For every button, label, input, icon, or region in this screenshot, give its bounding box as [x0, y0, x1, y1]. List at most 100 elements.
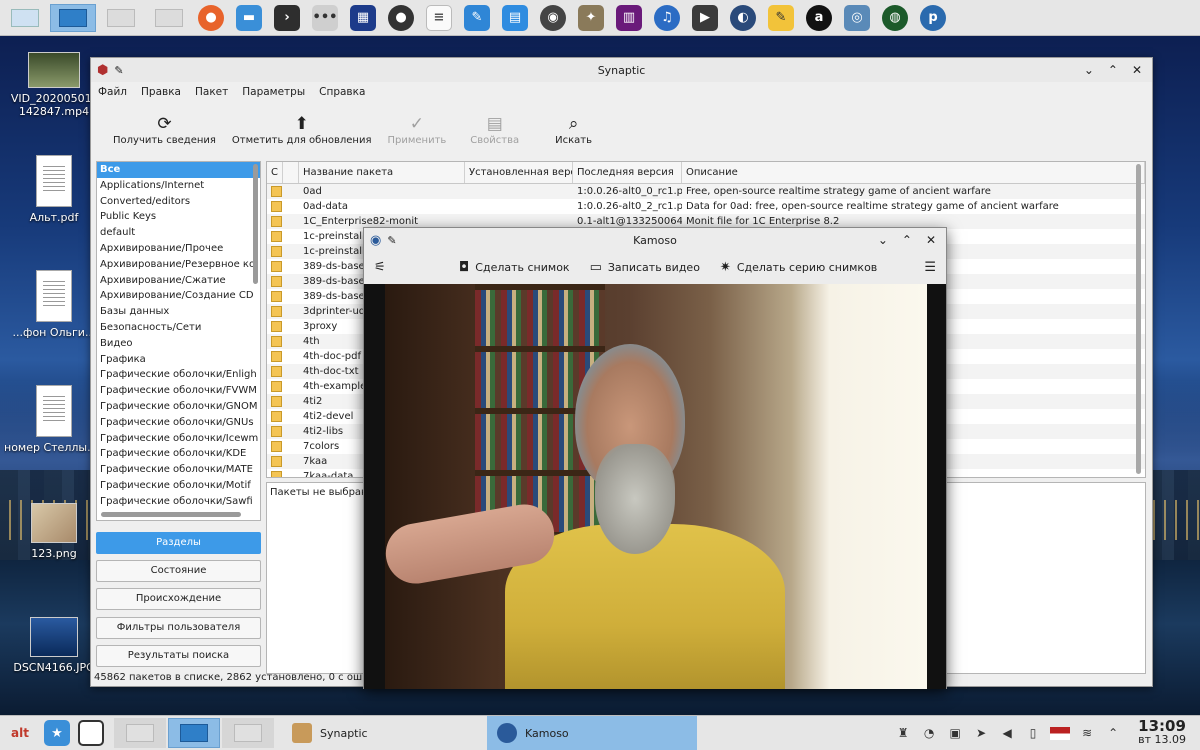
- pager-1[interactable]: [114, 718, 166, 748]
- desktop-icon-jpg[interactable]: DSCN4166.JPG: [4, 617, 104, 674]
- section-item[interactable]: Графические оболочки/FVWM: [97, 383, 260, 399]
- notes-icon[interactable]: ▤: [502, 4, 528, 31]
- workspace-2[interactable]: [50, 3, 96, 32]
- status-checkbox-icon[interactable]: [267, 379, 283, 394]
- status-checkbox-icon[interactable]: [267, 454, 283, 469]
- menu-file[interactable]: Файл: [98, 86, 127, 98]
- show-desktop-icon[interactable]: [78, 720, 104, 746]
- section-scrollbar[interactable]: [253, 164, 258, 284]
- section-item[interactable]: Все: [97, 162, 260, 178]
- section-item[interactable]: Converted/editors: [97, 194, 260, 210]
- mark-upgrades-button[interactable]: ⬆ Отметить для обновления: [224, 113, 380, 152]
- webcam-icon[interactable]: ◎: [844, 4, 870, 31]
- files-icon[interactable]: ★: [44, 720, 70, 746]
- wifi-icon[interactable]: ≋: [1078, 725, 1096, 741]
- kamoso-titlebar[interactable]: ◉ ✎ Kamoso ⌄ ⌃ ✕: [364, 228, 946, 252]
- status-checkbox-icon[interactable]: [267, 199, 283, 214]
- section-item[interactable]: Графические оболочки/MATE: [97, 462, 260, 478]
- close-icon[interactable]: ✕: [926, 233, 936, 247]
- tray-expand-icon[interactable]: ⌃: [1104, 725, 1122, 741]
- globe-icon[interactable]: ◍: [882, 4, 908, 31]
- updates-icon[interactable]: ◔: [920, 725, 938, 741]
- file-manager-icon[interactable]: ▬: [236, 4, 262, 31]
- p-app-icon[interactable]: p: [920, 4, 946, 31]
- video-player-icon[interactable]: ▶: [692, 4, 718, 31]
- section-item[interactable]: Applications/Internet: [97, 178, 260, 194]
- menu-settings[interactable]: Параметры: [242, 86, 305, 98]
- section-item[interactable]: Графические оболочки/Sawfi: [97, 494, 260, 510]
- status-checkbox-icon[interactable]: [267, 394, 283, 409]
- status-checkbox-icon[interactable]: [267, 349, 283, 364]
- menu-edit[interactable]: Правка: [141, 86, 181, 98]
- terminal-icon[interactable]: ›: [274, 4, 300, 31]
- desktop-icon-pdf[interactable]: Альт.pdf: [4, 155, 104, 224]
- properties-button[interactable]: ▤ Свойства: [454, 113, 535, 152]
- section-hscrollbar[interactable]: [101, 512, 241, 517]
- status-checkbox-icon[interactable]: [267, 424, 283, 439]
- reload-button[interactable]: ⟳ Получить сведения: [105, 113, 224, 152]
- task-synaptic[interactable]: Synaptic: [282, 716, 487, 750]
- a-app-icon[interactable]: a: [806, 4, 832, 31]
- search-button[interactable]: ⌕ Искать: [535, 113, 600, 152]
- section-item[interactable]: Графика: [97, 352, 260, 368]
- menu-package[interactable]: Пакет: [195, 86, 228, 98]
- notifications-icon[interactable]: ♜: [894, 725, 912, 741]
- section-item[interactable]: Архивирование/Резервное ко: [97, 257, 260, 273]
- section-item[interactable]: default: [97, 225, 260, 241]
- section-item[interactable]: Графические оболочки/Icewm: [97, 431, 260, 447]
- section-item[interactable]: Архивирование/Прочее: [97, 241, 260, 257]
- section-item[interactable]: Видео: [97, 336, 260, 352]
- status-checkbox-icon[interactable]: [267, 334, 283, 349]
- section-item[interactable]: Public Keys: [97, 209, 260, 225]
- desktop-icon-png[interactable]: 123.png: [4, 503, 104, 560]
- synaptic-titlebar[interactable]: ⬢ ✎ Synaptic ⌄ ⌃ ✕: [91, 58, 1152, 82]
- start-menu-button[interactable]: alt: [0, 716, 40, 750]
- network-icon[interactable]: ◐: [730, 4, 756, 31]
- filter-sections-button[interactable]: Разделы: [96, 532, 261, 554]
- status-checkbox-icon[interactable]: [267, 184, 283, 199]
- pager-3[interactable]: [222, 718, 274, 748]
- col-package-name[interactable]: Название пакета: [299, 162, 465, 183]
- status-checkbox-icon[interactable]: [267, 409, 283, 424]
- status-checkbox-icon[interactable]: [267, 259, 283, 274]
- maximize-icon[interactable]: ⌃: [1108, 63, 1118, 77]
- more-apps-icon[interactable]: •••: [312, 4, 338, 31]
- workspace-4[interactable]: [146, 4, 192, 32]
- section-item[interactable]: Графические оболочки/Motif: [97, 478, 260, 494]
- status-checkbox-icon[interactable]: [267, 439, 283, 454]
- close-icon[interactable]: ✕: [1132, 63, 1142, 77]
- status-checkbox-icon[interactable]: [267, 364, 283, 379]
- desktop-icon-video[interactable]: VID_20200501_142847.mp4: [4, 52, 104, 118]
- calculator-icon[interactable]: ▦: [350, 4, 376, 31]
- status-checkbox-icon[interactable]: [267, 304, 283, 319]
- workspace-3[interactable]: [98, 4, 144, 32]
- pager-2[interactable]: [168, 718, 220, 748]
- col-latest-version[interactable]: Последняя версия: [573, 162, 682, 183]
- col-status[interactable]: С: [267, 162, 283, 183]
- filter-search-results-button[interactable]: Результаты поиска: [96, 645, 261, 667]
- status-checkbox-icon[interactable]: [267, 229, 283, 244]
- clock[interactable]: 13:09 вт 13.09: [1130, 719, 1194, 747]
- document-icon[interactable]: ≡: [426, 4, 452, 31]
- section-item[interactable]: Безопасность/Сети: [97, 320, 260, 336]
- telegram-icon[interactable]: ➤: [972, 725, 990, 741]
- pin-icon[interactable]: ✎: [114, 64, 123, 77]
- headphones-icon[interactable]: ♫: [654, 4, 680, 31]
- gimp-icon[interactable]: ✦: [578, 4, 604, 31]
- section-item[interactable]: Графические оболочки/GNUs: [97, 415, 260, 431]
- section-item[interactable]: Графические оболочки/Enligh: [97, 367, 260, 383]
- minimize-icon[interactable]: ⌄: [1084, 63, 1094, 77]
- table-row[interactable]: 0ad 1:0.0.26-alt0_0_rc1.p1 Free, open-sour…: [267, 184, 1145, 199]
- status-checkbox-icon[interactable]: [267, 214, 283, 229]
- desktop-icon-text2[interactable]: номер Стеллы.t...: [4, 385, 104, 454]
- apply-button[interactable]: ✓ Применить: [379, 113, 454, 152]
- filter-origin-button[interactable]: Происхождение: [96, 588, 261, 610]
- media-icon[interactable]: ▥: [616, 4, 642, 31]
- maximize-icon[interactable]: ⌃: [902, 233, 912, 247]
- volume-icon[interactable]: ◀: [998, 725, 1016, 741]
- sticky-note-icon[interactable]: ✎: [768, 4, 794, 31]
- table-scrollbar[interactable]: [1136, 164, 1141, 474]
- clipboard-icon[interactable]: ▯: [1024, 725, 1042, 741]
- filter-custom-button[interactable]: Фильтры пользователя: [96, 617, 261, 639]
- section-item[interactable]: Архивирование/Сжатие: [97, 273, 260, 289]
